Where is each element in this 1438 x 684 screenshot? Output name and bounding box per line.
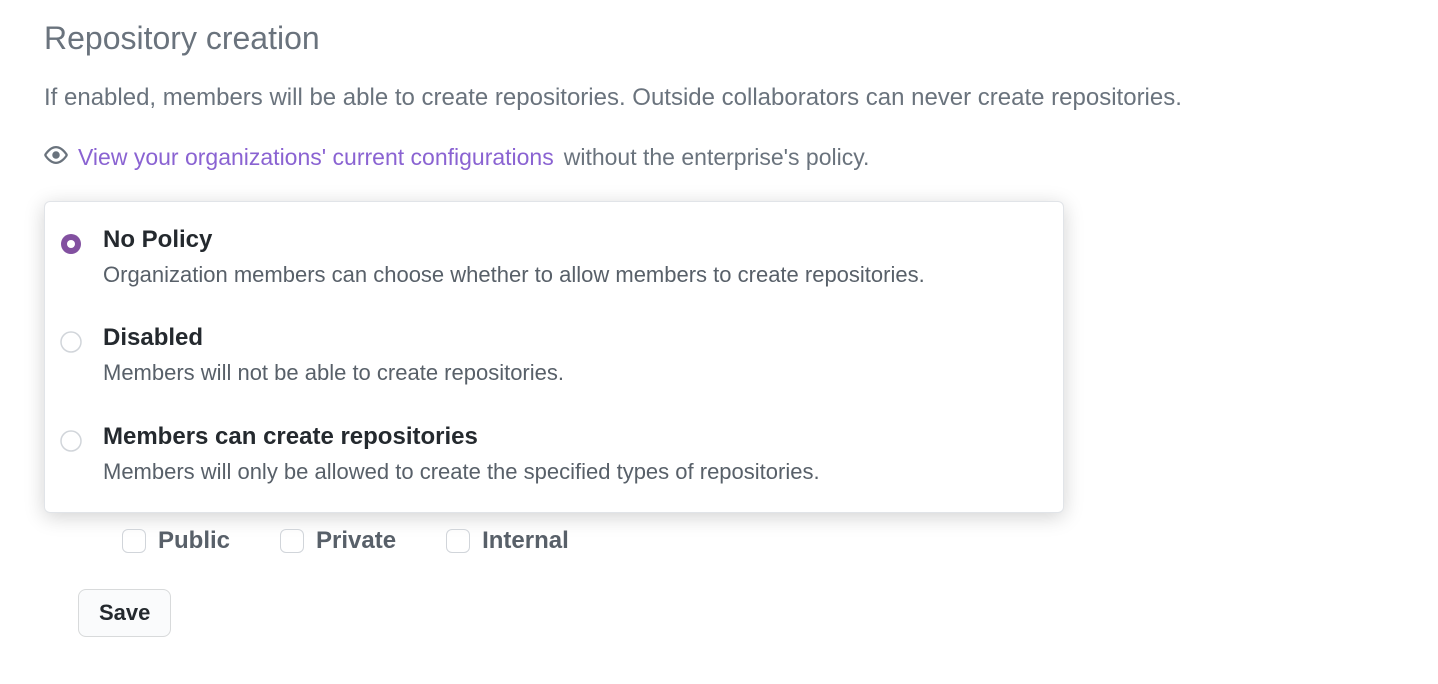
- repository-type-checkbox-row: Public Private Internal: [44, 527, 1394, 555]
- checkbox-label: Public: [158, 527, 230, 555]
- radio-option-disabled[interactable]: Disabled Members will not be able to cre…: [45, 324, 1063, 389]
- policy-options-card: No Policy Organization members can choos…: [44, 201, 1064, 513]
- config-line: View your organizations' current configu…: [44, 143, 1394, 173]
- option-description: Organization members can choose whether …: [103, 260, 1043, 291]
- checkbox-item-internal[interactable]: Internal: [446, 527, 569, 555]
- checkbox-internal[interactable]: [446, 529, 470, 553]
- save-button[interactable]: Save: [78, 589, 171, 637]
- option-text: No Policy Organization members can choos…: [103, 226, 1043, 291]
- option-description: Members will not be able to create repos…: [103, 358, 1043, 389]
- eye-icon: [44, 143, 68, 173]
- option-text: Disabled Members will not be able to cre…: [103, 324, 1043, 389]
- checkbox-item-public[interactable]: Public: [122, 527, 230, 555]
- checkbox-item-private[interactable]: Private: [280, 527, 396, 555]
- checkbox-private[interactable]: [280, 529, 304, 553]
- radio-button-unselected[interactable]: [59, 429, 83, 453]
- checkbox-label: Private: [316, 527, 396, 555]
- checkbox-label: Internal: [482, 527, 569, 555]
- option-title: No Policy: [103, 226, 1043, 254]
- option-text: Members can create repositories Members …: [103, 423, 1043, 488]
- radio-option-members-can-create[interactable]: Members can create repositories Members …: [45, 423, 1063, 488]
- radio-button-unselected[interactable]: [59, 330, 83, 354]
- view-configurations-link[interactable]: View your organizations' current configu…: [78, 144, 554, 171]
- config-tail-text: without the enterprise's policy.: [564, 144, 870, 171]
- radio-option-no-policy[interactable]: No Policy Organization members can choos…: [45, 226, 1063, 291]
- option-title: Members can create repositories: [103, 423, 1043, 451]
- radio-button-selected[interactable]: [59, 232, 83, 256]
- section-description: If enabled, members will be able to crea…: [44, 81, 1394, 115]
- checkbox-public[interactable]: [122, 529, 146, 553]
- option-title: Disabled: [103, 324, 1043, 352]
- section-title: Repository creation: [44, 20, 1394, 57]
- option-description: Members will only be allowed to create t…: [103, 457, 1043, 488]
